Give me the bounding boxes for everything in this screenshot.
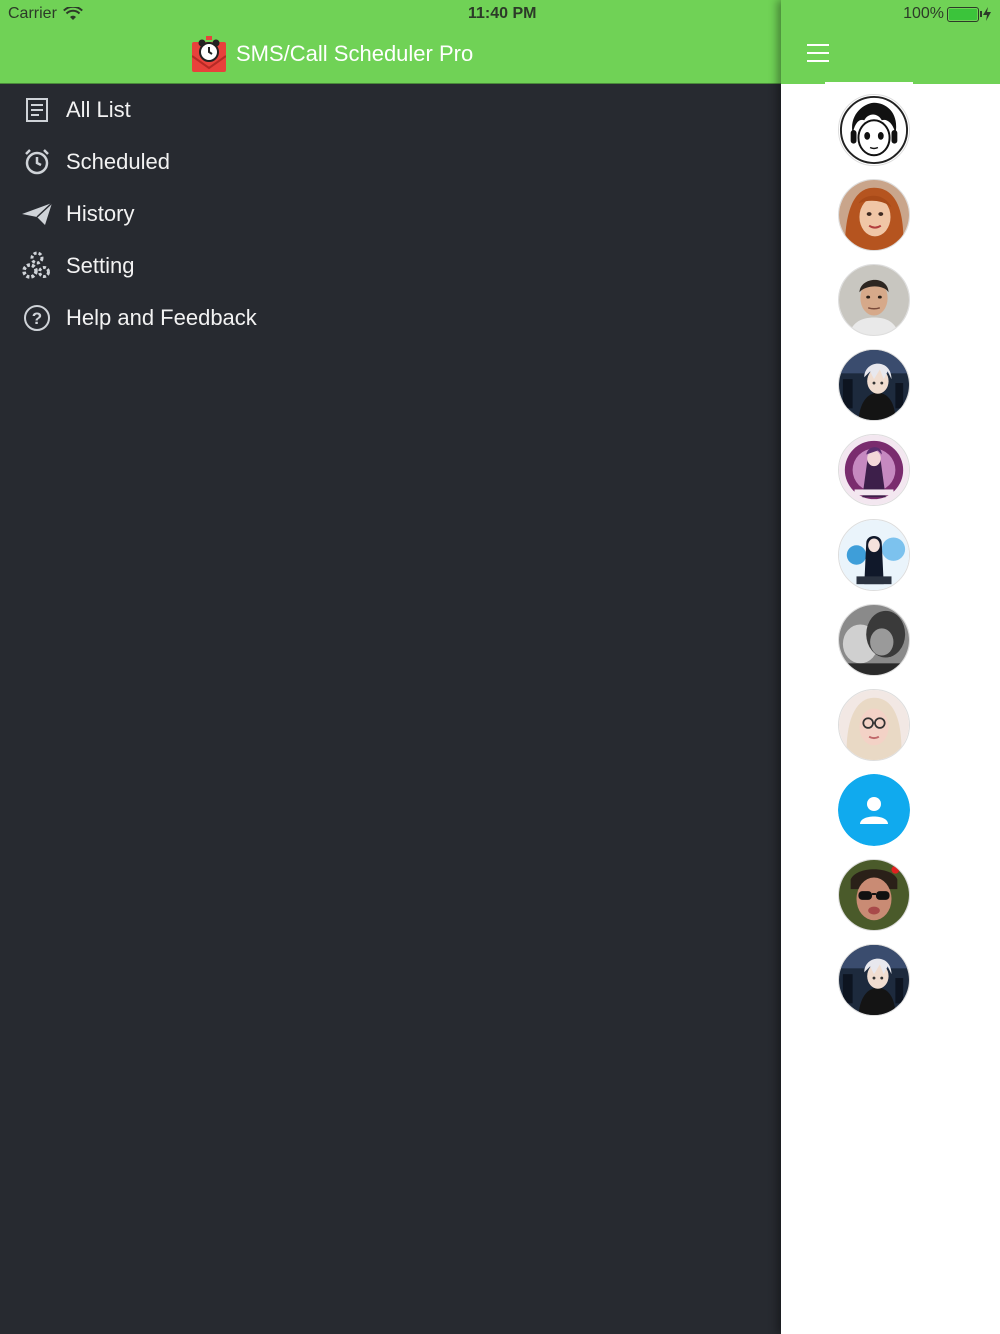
woman-red-hair-avatar[interactable] bbox=[838, 179, 910, 251]
anime-blue-avatar[interactable] bbox=[838, 519, 910, 591]
menu-label-help-feedback: Help and Feedback bbox=[66, 305, 257, 330]
paper-plane-icon bbox=[20, 197, 54, 231]
carrier-label: Carrier bbox=[8, 5, 57, 22]
list-icon bbox=[20, 93, 54, 127]
menu-toggle-hamburger-icon[interactable] bbox=[807, 44, 829, 62]
menu-label-history: History bbox=[66, 201, 135, 226]
app-title: SMS/Call Scheduler Pro bbox=[236, 41, 474, 66]
anime-line-avatar[interactable] bbox=[838, 94, 910, 166]
menu-label-all-list: All List bbox=[66, 97, 131, 122]
man-avatar[interactable] bbox=[838, 264, 910, 336]
battery-icon bbox=[947, 6, 982, 22]
side-drawer: Carrier 11:40 PM SMS/Call Scheduler Pro … bbox=[0, 0, 781, 1334]
woman-glasses-avatar[interactable] bbox=[838, 689, 910, 761]
anime-purple-avatar[interactable] bbox=[838, 434, 910, 506]
bw-photo-avatar[interactable] bbox=[838, 604, 910, 676]
menu-label-scheduled: Scheduled bbox=[66, 149, 170, 174]
drawer-menu: All List Scheduled History Setting ? Hel… bbox=[0, 84, 781, 344]
status-carrier: Carrier bbox=[8, 5, 83, 23]
menu-item-setting[interactable]: Setting bbox=[0, 240, 781, 292]
anime-white-hair-avatar[interactable] bbox=[838, 349, 910, 421]
svg-text:?: ? bbox=[32, 309, 42, 328]
battery-percent: 100% bbox=[903, 5, 944, 22]
menu-item-history[interactable]: History bbox=[0, 188, 781, 240]
main-content: 100% bbox=[781, 0, 1000, 1334]
alarm-clock-icon bbox=[20, 145, 54, 179]
status-time: 11:40 PM bbox=[468, 5, 537, 22]
gears-icon bbox=[20, 249, 54, 283]
wifi-icon bbox=[62, 7, 83, 20]
man-sunglasses-avatar[interactable] bbox=[838, 859, 910, 931]
anime-white-hair-avatar-2[interactable] bbox=[838, 944, 910, 1016]
help-icon: ? bbox=[20, 301, 54, 335]
menu-item-scheduled[interactable]: Scheduled bbox=[0, 136, 781, 188]
menu-label-setting: Setting bbox=[66, 253, 135, 278]
drawer-header: Carrier 11:40 PM SMS/Call Scheduler Pro bbox=[0, 0, 781, 84]
header-underline bbox=[825, 82, 913, 84]
default-person-avatar[interactable] bbox=[838, 774, 910, 846]
status-battery: 100% bbox=[903, 5, 992, 23]
menu-item-all-list[interactable]: All List bbox=[0, 84, 781, 136]
charging-bolt-icon bbox=[983, 7, 991, 21]
menu-item-help-feedback[interactable]: ? Help and Feedback bbox=[0, 292, 781, 344]
content-header: 100% bbox=[781, 0, 1000, 84]
alarm-envelope-icon bbox=[191, 36, 227, 72]
contact-avatar-list bbox=[835, 94, 913, 1029]
app-title-bar: SMS/Call Scheduler Pro bbox=[191, 36, 474, 72]
